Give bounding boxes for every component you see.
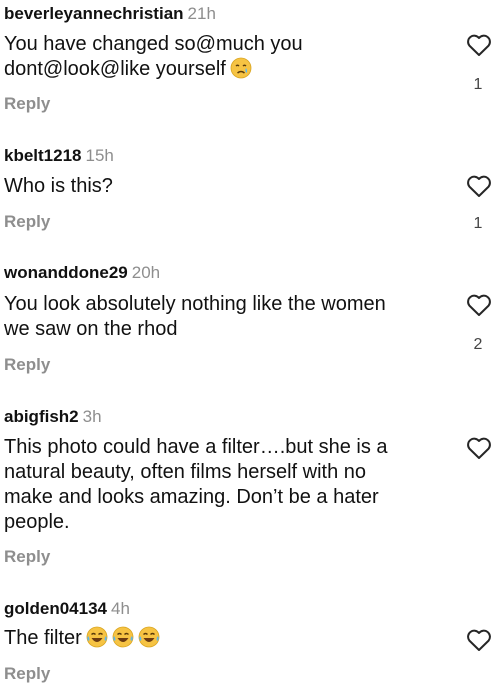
crying-face-emoji [230,57,252,86]
reply-button[interactable]: Reply [4,547,50,567]
like-count: 2 [473,336,483,353]
timestamp: 20h [131,263,161,282]
tears-of-joy-emoji [86,626,108,655]
reply-button[interactable]: Reply [4,664,50,684]
comment-meta: abigfish2 3h [4,407,102,427]
comment-text: This photo could have a filter….but she … [4,436,388,533]
comment-meta: golden04134 4h [4,599,130,619]
comment-text-content: You have changed so@much you dont@look@l… [4,33,303,80]
comment-text: You look absolutely nothing like the wom… [4,293,386,340]
heart-icon[interactable] [466,174,492,198]
username[interactable]: golden04134 [4,599,107,618]
heart-icon[interactable] [466,628,492,652]
comment-text: Who is this? [4,175,113,197]
heart-icon[interactable] [466,293,492,317]
tears-of-joy-emoji [138,626,160,655]
reply-button[interactable]: Reply [4,94,50,114]
heart-icon[interactable] [466,436,492,460]
heart-icon[interactable] [466,33,492,57]
timestamp: 4h [111,599,130,618]
timestamp: 3h [82,407,102,426]
username[interactable]: kbelt1218 [4,146,82,165]
tears-of-joy-emoji [112,626,134,655]
comment-meta: wonanddone29 20h [4,263,160,283]
comment-text-content: The filter [4,627,82,649]
timestamp: 15h [85,146,114,165]
username[interactable]: abigfish2 [4,407,79,426]
reply-button[interactable]: Reply [4,355,50,375]
like-count: 1 [473,215,483,232]
like-count: 1 [473,76,483,93]
comment-text: The filter [4,626,454,655]
timestamp: 21h [187,4,216,23]
comment-meta: kbelt1218 15h [4,146,114,166]
username[interactable]: beverleyannechristian [4,4,184,23]
reply-button[interactable]: Reply [4,212,50,232]
comment-text: You have changed so@much you dont@look@l… [4,32,454,86]
comment-meta: beverleyannechristian 21h [4,4,216,24]
username[interactable]: wonanddone29 [4,263,128,282]
